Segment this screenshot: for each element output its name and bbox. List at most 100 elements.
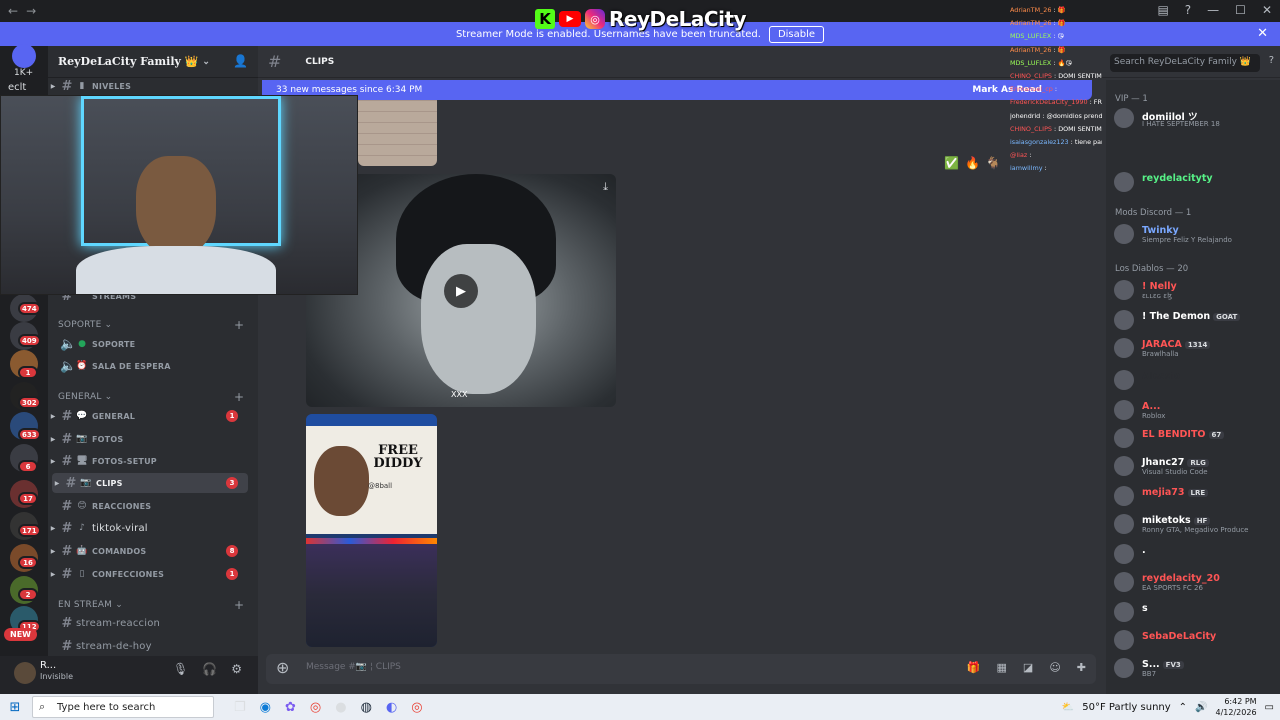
category-en-stream[interactable]: EN STREAM ⌄ + (58, 598, 244, 612)
member-row[interactable]: Jhanc27 RLG Visual Studio Code (1114, 454, 1276, 478)
inbox-icon[interactable]: ▤ (1157, 3, 1168, 17)
channel-comandos[interactable]: ▶ # 🤖 COMANDOS 8 (48, 541, 248, 561)
username: R... (40, 660, 57, 671)
channel-fotos[interactable]: ▶ # 📷 FOTOS (48, 429, 248, 449)
member-row[interactable]: JARACA 1314 Brawlhalla (1114, 336, 1276, 360)
minimize-button[interactable]: — (1207, 3, 1219, 17)
channel-soporte[interactable]: 🔈 ● SOPORTE (48, 334, 248, 354)
category-general[interactable]: GENERAL ⌄ + (58, 390, 244, 404)
taskbar-search-input[interactable]: ⌕ Type here to search (32, 696, 214, 718)
help-icon[interactable]: ? (1185, 3, 1191, 17)
new-pill[interactable]: NEW (4, 628, 37, 641)
server-header[interactable]: ReyDeLaCity Family 👑 ⌄ 👤 (48, 46, 258, 78)
member-row[interactable]: SebaDeLaCity (1114, 628, 1276, 652)
apps-icon[interactable]: ✚ (1077, 661, 1086, 674)
member-row[interactable]: Alessio (1114, 368, 1276, 392)
discord-taskbar-icon[interactable]: ◐ (386, 700, 397, 715)
discord-home-icon[interactable] (12, 44, 36, 68)
member-row[interactable]: reydelacity_20 EA SPORTS FC 26 (1114, 570, 1276, 594)
chrome-icon[interactable]: ◎ (411, 700, 422, 715)
weather-text[interactable]: 50°F Partly sunny (1082, 702, 1170, 713)
chevron-up-icon[interactable]: ⌃ (1179, 702, 1187, 713)
emoji-icon[interactable]: ☺ (1049, 661, 1060, 674)
channel-general[interactable]: ▶ # 💬 GENERAL 1 (48, 406, 248, 426)
hash-icon: # (65, 475, 77, 491)
headphones-icon[interactable]: 🎧 (202, 662, 217, 676)
obs-icon[interactable]: ● (335, 700, 346, 715)
member-row[interactable]: A... Roblox (1114, 398, 1276, 422)
member-name-text: . (1142, 545, 1146, 556)
close-window-button[interactable]: ✕ (1262, 3, 1272, 17)
member-name: s (1142, 603, 1148, 614)
goat-icon[interactable]: 🐐 (986, 156, 1001, 170)
new-messages-bar[interactable]: 33 new messages since 6:34 PM Mark As Re… (262, 80, 1092, 100)
weather-icon[interactable]: ⛅ (1062, 702, 1074, 713)
channel-stream-reaccion[interactable]: # stream-reaccion (48, 613, 248, 633)
hash-icon: # (61, 431, 73, 447)
search-icon: ⌕ (39, 700, 46, 713)
member-row[interactable]: domiilol ツI HATE SEPTEMBER 18 (1114, 106, 1276, 130)
volume-icon[interactable]: 🔊 (1195, 702, 1207, 713)
notifications-icon[interactable]: ▭ (1265, 702, 1274, 713)
member-activity: Visual Studio Code (1142, 468, 1208, 476)
member-name: reydelacity_20 (1142, 573, 1220, 584)
category-soporte[interactable]: SOPORTE ⌄ + (58, 318, 244, 332)
chrome-icon[interactable]: ◎ (310, 700, 321, 715)
checkmark-icon[interactable]: ✅ (944, 156, 959, 170)
image-attachment[interactable]: FREE DIDDY @8ball (306, 414, 437, 647)
member-row[interactable]: S... FV3 BB7 (1114, 656, 1276, 680)
gear-icon[interactable]: ⚙ (231, 662, 242, 676)
clock[interactable]: 6:42 PM 4/12/2026 (1216, 696, 1257, 718)
message-input[interactable]: Message #📷 ¦ CLIPS (306, 662, 401, 672)
task-view-icon[interactable]: ❐ (234, 700, 246, 715)
member-row[interactable]: s (1114, 600, 1276, 624)
forward-arrow-icon[interactable]: → (26, 4, 36, 18)
channel-stream-de-hoy[interactable]: # stream-de-hoy (48, 636, 248, 656)
channel-fotos-setup[interactable]: ▶ # 🖥 FOTOS-SETUP (48, 451, 248, 471)
add-attachment-icon[interactable]: ⊕ (276, 659, 294, 677)
add-channel-icon[interactable]: + (234, 390, 244, 404)
channel-niveles[interactable]: ▶ # ▮ NIVELES (48, 76, 248, 96)
channel-reacciones[interactable]: # 😊 REACCIONES (48, 496, 248, 516)
avatar[interactable] (14, 662, 36, 684)
member-row[interactable]: ! The Demon GOAT (1114, 308, 1276, 332)
member-row[interactable]: Twinky Siempre Feliz Y Relajando (1114, 222, 1276, 246)
member-row[interactable]: miketoks HF Ronny GTA, Megadivo Produce (1114, 512, 1276, 536)
close-icon[interactable]: ✕ (1257, 26, 1268, 41)
microphone-icon[interactable]: 🎙 (173, 662, 188, 676)
play-icon[interactable]: ▶ (444, 274, 478, 308)
nav-arrows: ← → (8, 4, 38, 18)
channel-tiktok-viral[interactable]: ▶ # ♪ tiktok-viral (48, 518, 248, 538)
member-row[interactable]: ! Nelly ɛʟʟɛɢ ɛɮ (1114, 278, 1276, 302)
disable-button[interactable]: Disable (768, 25, 825, 43)
edge-icon[interactable]: ◉ (260, 700, 271, 715)
add-channel-icon[interactable]: + (234, 318, 244, 332)
back-arrow-icon[interactable]: ← (8, 4, 18, 18)
hash-icon: # (61, 498, 73, 514)
add-member-icon[interactable]: 👤 (233, 54, 248, 68)
channel-sala-de-espera[interactable]: 🔈 ⏰ SALA DE ESPERA (48, 356, 248, 376)
download-icon[interactable]: ⤓ (603, 180, 608, 194)
composer-tools: 🎁 ▦ ◪ ☺ ✚ (967, 661, 1086, 674)
member-row[interactable]: reydelacityty (1114, 170, 1276, 194)
steam-icon[interactable]: ◍ (361, 700, 372, 715)
copilot-icon[interactable]: ✿ (285, 700, 296, 715)
fire-icon[interactable]: 🔥 (965, 156, 980, 170)
sticker-icon[interactable]: ◪ (1023, 661, 1033, 674)
gift-icon[interactable]: 🎁 (967, 661, 981, 674)
member-row[interactable]: mejia73 LRE (1114, 484, 1276, 508)
help-icon[interactable]: ? (1269, 55, 1274, 66)
image-attachment[interactable] (358, 100, 437, 166)
gif-icon[interactable]: ▦ (997, 661, 1007, 674)
add-channel-icon[interactable]: + (234, 598, 244, 612)
member-name-text: S... (1142, 659, 1160, 670)
search-input[interactable]: Search ReyDeLaCity Family 👑 (1110, 54, 1260, 72)
member-row[interactable]: . (1114, 542, 1276, 566)
windows-start-icon[interactable]: ⊞ (0, 700, 30, 715)
channel-confecciones[interactable]: ▶ # ▯ CONFECCIONES 1 (48, 564, 248, 584)
member-row[interactable]: EL BENDITO 67 (1114, 426, 1276, 450)
user-controls: 🎙 🎧 ⚙ (173, 662, 242, 676)
channel-clips[interactable]: ▶ # 📷 CLIPS 3 (52, 473, 248, 493)
hash-icon: # (61, 453, 73, 469)
maximize-button[interactable]: ☐ (1235, 3, 1246, 17)
